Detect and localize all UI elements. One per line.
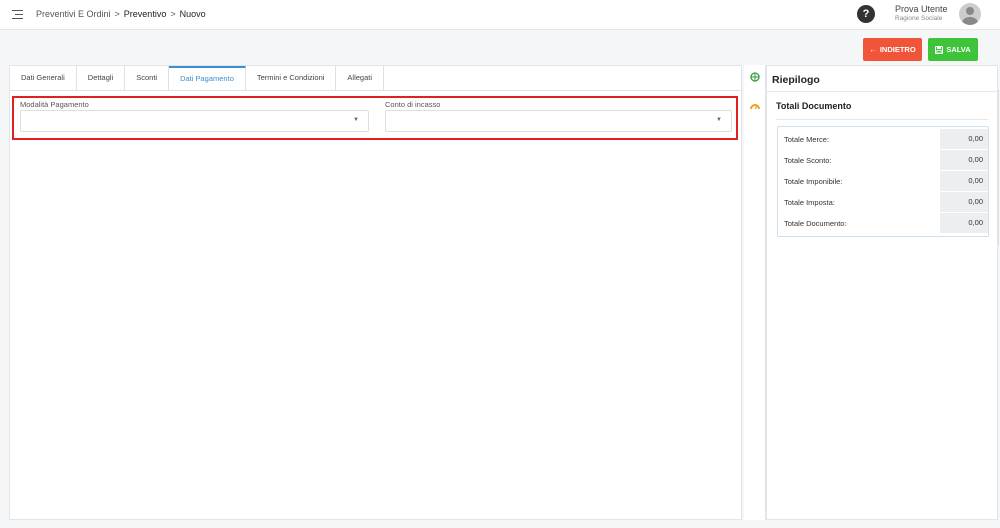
document-totals-title: Totali Documento xyxy=(776,101,852,111)
totals-row-value: 0,00 xyxy=(940,213,988,233)
chevron-down-icon: ▼ xyxy=(353,117,359,123)
collection-account-label: Conto di incasso xyxy=(385,100,441,109)
main-panel: Dati Generali Dettagli Sconti Dati Pagam… xyxy=(9,65,742,520)
save-button-label: SALVA xyxy=(946,45,971,54)
back-button[interactable]: ← INDIETRO xyxy=(863,38,922,61)
breadcrumb-current: Nuovo xyxy=(179,9,206,19)
back-button-label: INDIETRO xyxy=(879,45,916,54)
tab-sconti[interactable]: Sconti xyxy=(125,66,170,90)
tab-dati-pagamento[interactable]: Dati Pagamento xyxy=(169,66,246,90)
totals-row-label: Totale Imposta: xyxy=(784,198,835,207)
globe-icon[interactable] xyxy=(750,72,760,82)
top-bar: Preventivi E Ordini > Preventivo > Nuovo… xyxy=(0,0,1000,30)
menu-icon[interactable] xyxy=(12,10,23,19)
totals-table: Totale Merce: 0,00 Totale Sconto: 0,00 T… xyxy=(777,126,989,237)
divider xyxy=(776,119,988,120)
totals-row-value: 0,00 xyxy=(940,171,988,191)
floppy-disk-icon xyxy=(935,45,944,54)
totals-row-label: Totale Documento: xyxy=(784,219,847,228)
help-icon[interactable]: ? xyxy=(857,5,875,23)
totals-row: Totale Sconto: 0,00 xyxy=(778,149,988,170)
tab-dati-generali[interactable]: Dati Generali xyxy=(10,66,77,90)
totals-row-label: Totale Merce: xyxy=(784,135,830,144)
totals-row-label: Totale Imponibile: xyxy=(784,177,843,186)
breadcrumb-separator: > xyxy=(114,9,120,19)
tab-dettagli[interactable]: Dettagli xyxy=(77,66,126,90)
save-button[interactable]: SALVA xyxy=(928,38,978,61)
breadcrumb: Preventivi E Ordini > Preventivo > Nuovo xyxy=(36,9,206,19)
summary-panel: Riepilogo Totali Documento Totale Merce:… xyxy=(766,65,999,520)
totals-row-value: 0,00 xyxy=(940,150,988,170)
dashboard-icon[interactable] xyxy=(750,101,760,111)
payment-method-select[interactable]: ▼ xyxy=(20,110,369,132)
collection-account-select[interactable]: ▼ xyxy=(385,110,732,132)
totals-row: Totale Documento: 0,00 xyxy=(778,212,988,233)
user-name: Prova Utente xyxy=(895,4,948,14)
side-icon-strip xyxy=(744,65,766,520)
user-role: Ragione Sociale xyxy=(895,15,943,22)
breadcrumb-page[interactable]: Preventivo xyxy=(124,9,167,19)
chevron-down-icon: ▼ xyxy=(716,117,722,123)
divider xyxy=(767,91,999,92)
tab-termini-condizioni[interactable]: Termini e Condizioni xyxy=(246,66,337,90)
tab-bar: Dati Generali Dettagli Sconti Dati Pagam… xyxy=(10,66,741,91)
totals-row-label: Totale Sconto: xyxy=(784,156,832,165)
totals-row: Totale Imposta: 0,00 xyxy=(778,191,988,212)
tab-allegati[interactable]: Allegati xyxy=(336,66,385,90)
payment-method-label: Modalità Pagamento xyxy=(20,100,89,109)
payment-fields-highlight: Modalità Pagamento ▼ Conto di incasso ▼ xyxy=(12,96,738,140)
breadcrumb-separator: > xyxy=(170,9,176,19)
summary-title: Riepilogo xyxy=(772,74,820,86)
arrow-left-icon: ← xyxy=(869,45,877,54)
totals-row-value: 0,00 xyxy=(940,192,988,212)
breadcrumb-section[interactable]: Preventivi E Ordini xyxy=(36,9,111,19)
totals-row: Totale Imponibile: 0,00 xyxy=(778,170,988,191)
scrollbar[interactable] xyxy=(997,90,999,245)
totals-row-value: 0,00 xyxy=(940,129,988,149)
totals-row: Totale Merce: 0,00 xyxy=(778,128,988,149)
user-info[interactable]: Prova Utente Ragione Sociale xyxy=(895,4,948,22)
avatar[interactable] xyxy=(959,3,981,25)
